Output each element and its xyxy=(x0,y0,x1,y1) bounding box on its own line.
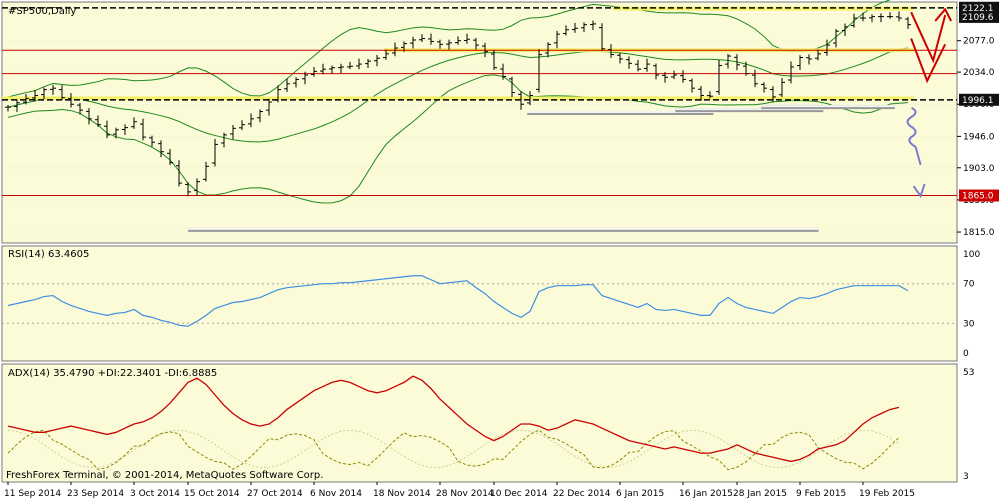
symbol-label: #SP500,Daily xyxy=(8,6,76,17)
y-axis-tick-label: 1903.0 xyxy=(963,164,995,174)
y-axis-tick-label: 2034.0 xyxy=(963,68,995,78)
y-axis-tick-label: 1946.0 xyxy=(963,132,995,142)
x-axis-tick-label: 11 Sep 2014 xyxy=(4,489,61,499)
y-axis-tick-label: 2077.0 xyxy=(963,37,995,47)
copyright-text: FreshForex Terminal, © 2001-2014, MetaQu… xyxy=(6,470,323,481)
rsi-tick-label: 30 xyxy=(963,319,975,329)
x-axis-tick-label: 23 Sep 2014 xyxy=(67,489,124,499)
main-panel xyxy=(1,1,958,244)
price-chart: #SP500,Daily RSI(14) 63.4605 ADX(14) 35.… xyxy=(0,0,1000,500)
x-axis-tick-label: 28 Nov 2014 xyxy=(436,489,494,499)
adx-tick-label: 3 xyxy=(963,472,969,482)
rsi-tick-label: 0 xyxy=(963,349,969,359)
x-axis-tick-label: 22 Dec 2014 xyxy=(553,489,611,499)
adx-label: ADX(14) 35.4790 +DI:22.3401 -DI:6.8885 xyxy=(8,368,217,379)
x-axis-tick-label: 16 Jan 2015 xyxy=(679,489,733,499)
x-axis-tick-label: 19 Feb 2015 xyxy=(859,489,915,499)
y-axis-tick-label: 1815.0 xyxy=(963,228,995,238)
x-axis-tick-label: 10 Dec 2014 xyxy=(490,489,548,499)
x-axis-tick-label: 28 Jan 2015 xyxy=(733,489,787,499)
x-axis-tick-label: 6 Nov 2014 xyxy=(310,489,362,499)
rsi-panel xyxy=(1,245,958,362)
rsi-tick-label: 70 xyxy=(963,280,975,290)
price-tag-label: 1996.1 xyxy=(962,96,994,106)
x-axis-tick-label: 27 Oct 2014 xyxy=(247,489,303,499)
rsi-label: RSI(14) 63.4605 xyxy=(8,249,89,260)
x-axis-tick-label: 6 Jan 2015 xyxy=(616,489,664,499)
x-axis-tick-label: 3 Oct 2014 xyxy=(130,489,180,499)
x-axis-tick-label: 9 Feb 2015 xyxy=(796,489,846,499)
adx-panel xyxy=(1,363,958,483)
x-axis-tick-label: 15 Oct 2014 xyxy=(184,489,240,499)
price-tag-label: 1865.0 xyxy=(962,192,994,202)
adx-tick-label: 53 xyxy=(963,368,974,378)
price-tag-label: 2109.6 xyxy=(962,13,994,23)
rsi-tick-label: 100 xyxy=(963,250,980,260)
x-axis-tick-label: 18 Nov 2014 xyxy=(373,489,431,499)
